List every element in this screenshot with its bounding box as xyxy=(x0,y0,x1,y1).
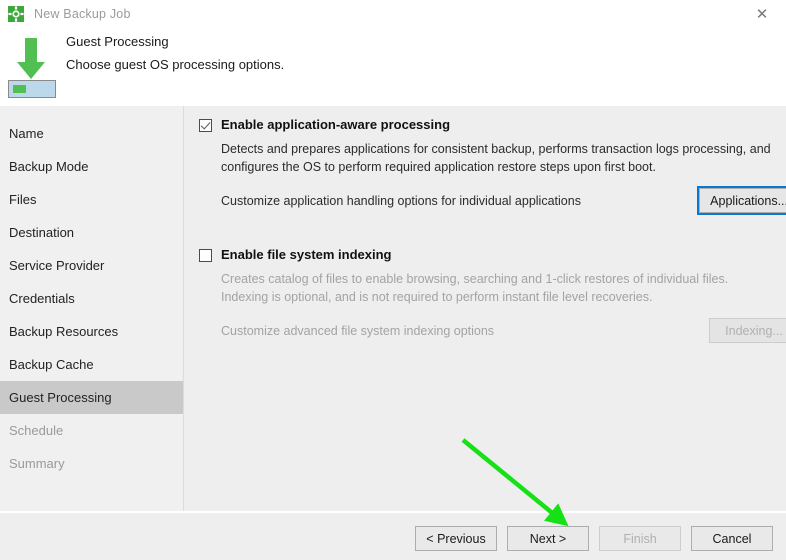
enable-file-system-indexing-row[interactable]: Enable file system indexing xyxy=(199,247,779,263)
wizard-header: Guest Processing Choose guest OS process… xyxy=(0,28,786,106)
indexing-customize-label: Customize advanced file system indexing … xyxy=(221,323,495,338)
indexing-customize-row: Customize advanced file system indexing … xyxy=(221,318,786,343)
sidebar-item-credentials[interactable]: Credentials xyxy=(0,282,183,315)
page-title: Guest Processing xyxy=(66,34,169,49)
footer-button-group: < Previous Next > Finish Cancel xyxy=(415,526,773,551)
gear-icon xyxy=(8,6,24,22)
sidebar-item-destination[interactable]: Destination xyxy=(0,216,183,249)
sidebar-item-schedule[interactable]: Schedule xyxy=(0,414,183,447)
sidebar-item-label: Summary xyxy=(9,456,65,471)
sidebar-item-label: Destination xyxy=(9,225,75,240)
page-subtitle: Choose guest OS processing options. xyxy=(66,57,285,72)
wizard-steps-sidebar: Name Backup Mode Files Destination Servi… xyxy=(0,106,184,511)
sidebar-item-name[interactable]: Name xyxy=(0,117,183,150)
window-title-bar: New Backup Job ✕ xyxy=(0,0,786,28)
enable-file-system-indexing-checkbox[interactable] xyxy=(199,249,212,262)
wizard-content-panel: Enable application-aware processing Dete… xyxy=(185,106,786,511)
sidebar-item-label: Files xyxy=(9,192,37,207)
sidebar-item-summary[interactable]: Summary xyxy=(0,447,183,480)
next-button[interactable]: Next > xyxy=(507,526,589,551)
backup-download-arrow-icon xyxy=(8,32,56,100)
close-icon[interactable]: ✕ xyxy=(740,0,784,28)
sidebar-item-label: Name xyxy=(9,126,44,141)
sidebar-item-files[interactable]: Files xyxy=(0,183,183,216)
application-customize-label: Customize application handling options f… xyxy=(221,193,581,208)
sidebar-item-label: Schedule xyxy=(9,423,64,438)
sidebar-item-label: Credentials xyxy=(9,291,75,306)
sidebar-item-label: Guest Processing xyxy=(9,390,112,405)
sidebar-item-label: Backup Cache xyxy=(9,357,94,372)
sidebar-item-backup-resources[interactable]: Backup Resources xyxy=(0,315,183,348)
sidebar-item-label: Service Provider xyxy=(9,258,105,273)
applications-button[interactable]: Applications... xyxy=(697,186,786,215)
window-title: New Backup Job xyxy=(34,7,131,21)
file-system-indexing-description: Creates catalog of files to enable brows… xyxy=(221,272,729,304)
sidebar-item-backup-mode[interactable]: Backup Mode xyxy=(0,150,183,183)
previous-button[interactable]: < Previous xyxy=(415,526,497,551)
enable-application-aware-processing-row[interactable]: Enable application-aware processing xyxy=(199,117,779,133)
file-system-indexing-section: Enable file system indexing Creates cata… xyxy=(199,247,786,343)
indexing-button: Indexing... xyxy=(709,318,786,343)
enable-application-aware-processing-checkbox[interactable] xyxy=(199,119,212,132)
finish-button: Finish xyxy=(599,526,681,551)
enable-file-system-indexing-label: Enable file system indexing xyxy=(221,247,392,262)
sidebar-item-service-provider[interactable]: Service Provider xyxy=(0,249,183,282)
wizard-footer: < Previous Next > Finish Cancel xyxy=(0,512,786,560)
sidebar-item-label: Backup Resources xyxy=(9,324,119,339)
sidebar-item-backup-cache[interactable]: Backup Cache xyxy=(0,348,183,381)
enable-application-aware-processing-label: Enable application-aware processing xyxy=(221,117,451,132)
cancel-button[interactable]: Cancel xyxy=(691,526,773,551)
wizard-body: Name Backup Mode Files Destination Servi… xyxy=(0,106,786,511)
sidebar-item-label: Backup Mode xyxy=(9,159,89,174)
application-customize-row: Customize application handling options f… xyxy=(221,186,786,215)
sidebar-item-guest-processing[interactable]: Guest Processing xyxy=(0,381,183,414)
application-aware-description: Detects and prepares applications for co… xyxy=(221,142,771,174)
application-aware-section: Enable application-aware processing Dete… xyxy=(199,117,786,215)
